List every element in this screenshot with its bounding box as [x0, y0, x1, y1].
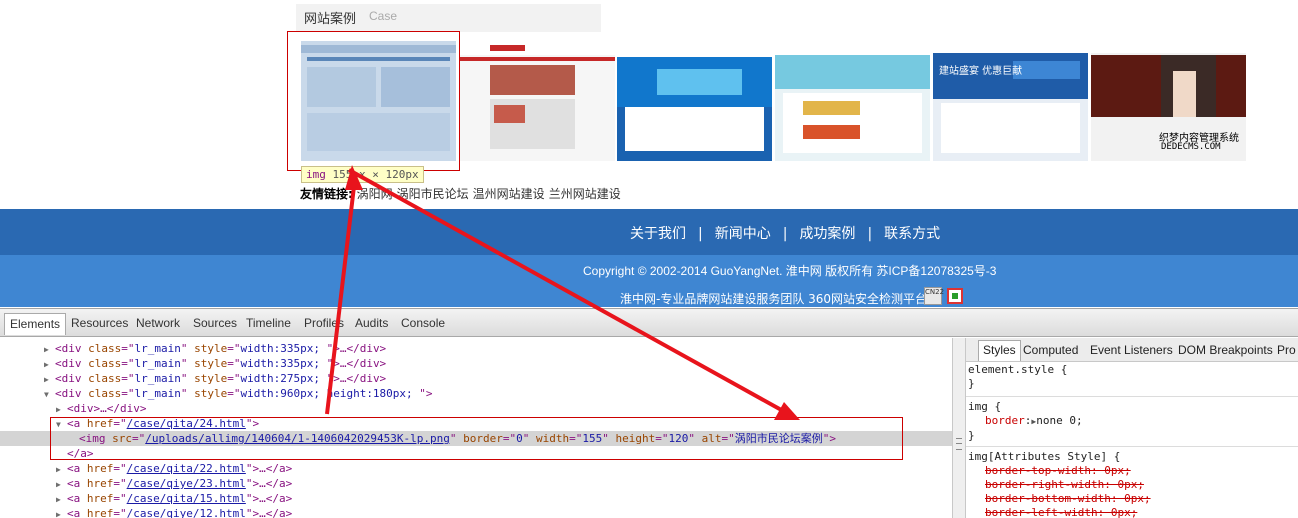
dom-node[interactable]: ▼ <div class="lr_main" style="width:960px…	[0, 386, 952, 401]
case-section-title: 网站案例	[304, 12, 357, 27]
friend-links-label: 友情链接:	[300, 187, 353, 201]
nav-cases[interactable]: 成功案例	[799, 226, 855, 242]
rule-divider	[966, 446, 1298, 447]
expand-triangle-icon[interactable]: ▶	[56, 402, 67, 417]
expand-triangle-icon[interactable]: ▶	[56, 477, 67, 492]
tab-styles[interactable]: Styles	[978, 340, 1021, 361]
tab-event-listeners[interactable]: Event Listeners	[1090, 343, 1173, 357]
nav-separator: |	[782, 226, 788, 242]
overridden-property: border-right-width: 0px;	[985, 478, 1144, 491]
tab-audits[interactable]: Audits	[355, 316, 388, 330]
dom-node[interactable]: ▶ <div class="lr_main" style="width:275px…	[0, 371, 952, 386]
case-thumbnail-4[interactable]	[775, 41, 930, 161]
overridden-property: border-top-width: 0px;	[985, 464, 1131, 477]
case-section-header: 网站案例 Case	[296, 4, 601, 32]
tab-timeline[interactable]: Timeline	[246, 316, 291, 330]
nav-news[interactable]: 新闻中心	[715, 226, 771, 242]
badge-text: CN22	[925, 288, 945, 296]
dom-node[interactable]: ▶ <div class="lr_main" style="width:335px…	[0, 356, 952, 371]
overridden-property: border-left-width: 0px;	[985, 506, 1138, 518]
case-thumbnail-6-caption-2: DEDECMS.COM	[1161, 142, 1221, 152]
footer-copyright: Copyright © 2002-2014 GuoYangNet. 淮中网 版权…	[583, 264, 997, 278]
case-thumbnail-3[interactable]	[617, 41, 772, 161]
inspected-element-outline	[287, 31, 460, 171]
friend-link-2[interactable]: 涡阳市民论坛	[397, 187, 469, 201]
friend-link-1[interactable]: 涡阳网	[357, 187, 393, 201]
dom-node[interactable]: ▶ <a href="/case/qiye/12.html">…</a>	[0, 506, 952, 518]
rule-value[interactable]: none 0;	[1036, 414, 1082, 427]
panel-splitter[interactable]	[952, 338, 966, 518]
attr-style-rule[interactable]: img[Attributes Style] { border-top-width…	[968, 450, 1298, 518]
footer-tagline: 淮中网-专业品牌网站建设服务团队 360网站安全检测平台	[620, 292, 928, 306]
nav-separator: |	[698, 226, 703, 242]
rule-close: }	[968, 377, 975, 390]
expand-triangle-icon[interactable]: ▶	[44, 357, 55, 372]
tab-profiles[interactable]: Profiles	[304, 316, 344, 330]
tab-elements[interactable]: Elements	[4, 313, 67, 335]
cnzz-stats-icon[interactable]: CN22	[924, 287, 945, 305]
tab-computed[interactable]: Computed	[1023, 343, 1078, 357]
styles-sidebar: Styles Computed Event Listeners DOM Brea…	[966, 338, 1298, 518]
rule-divider	[966, 396, 1298, 397]
friend-link-3[interactable]: 温州网站建设	[473, 187, 545, 201]
tab-network[interactable]: Network	[136, 316, 180, 330]
case-thumbnail-5[interactable]: 建站盛宴 优惠巨献	[933, 41, 1088, 161]
expand-triangle-icon[interactable]: ▶	[44, 372, 55, 387]
rule-selector: img[Attributes Style] {	[968, 450, 1121, 463]
case-thumbnail-6[interactable]: 织梦内容管理系统 DEDECMS.COM	[1091, 41, 1246, 161]
overridden-property: border-bottom-width: 0px;	[985, 492, 1151, 505]
tooltip-dims: 155px × 120px	[332, 168, 419, 181]
security-check-icon[interactable]	[947, 288, 963, 304]
tab-sources[interactable]: Sources	[193, 316, 237, 330]
rule-property[interactable]: border	[985, 414, 1025, 427]
element-style-rule[interactable]: element.style { }	[968, 363, 1298, 391]
expand-triangle-icon[interactable]: ▶	[44, 342, 55, 357]
expand-triangle-icon[interactable]: ▶	[56, 492, 67, 507]
dom-node[interactable]: ▶ <a href="/case/qita/15.html">…</a>	[0, 491, 952, 506]
case-thumbnail-2[interactable]	[460, 41, 615, 161]
rule-selector: element.style {	[968, 363, 1068, 376]
splitter-grip-icon[interactable]	[956, 438, 962, 450]
dom-node[interactable]: ▶ <a href="/case/qiye/23.html">…</a>	[0, 476, 952, 491]
tab-properties[interactable]: Pro	[1277, 343, 1296, 357]
devtools-panel: Elements Resources Network Sources Timel…	[0, 308, 1298, 518]
inspect-dimension-tooltip: img 155px × 120px	[301, 166, 424, 183]
footer-nav: 关于我们 | 新闻中心 | 成功案例 | 联系方式	[630, 223, 940, 243]
nav-contact[interactable]: 联系方式	[884, 226, 940, 242]
nav-separator: |	[867, 226, 873, 242]
rule-selector: img {	[968, 400, 1002, 413]
tooltip-tag: img	[306, 168, 326, 181]
rule-close: }	[968, 429, 975, 442]
sidebar-tabs: Styles Computed Event Listeners DOM Brea…	[966, 338, 1298, 362]
selected-node-annotation-box	[50, 417, 903, 460]
nav-about[interactable]: 关于我们	[630, 226, 686, 242]
case-section-subtitle: Case	[369, 9, 398, 23]
dom-node[interactable]: ▶ <div class="lr_main" style="width:335px…	[0, 341, 952, 356]
friend-link-4[interactable]: 兰州网站建设	[549, 187, 621, 201]
devtools-toolbar: Elements Resources Network Sources Timel…	[0, 309, 1298, 337]
tab-dom-breakpoints[interactable]: DOM Breakpoints	[1178, 343, 1273, 357]
tab-resources[interactable]: Resources	[71, 316, 128, 330]
dom-node[interactable]: ▶ <a href="/case/qita/22.html">…</a>	[0, 461, 952, 476]
tab-console[interactable]: Console	[401, 316, 445, 330]
friend-links: 友情链接: 涡阳网 涡阳市民论坛 温州网站建设 兰州网站建设	[300, 185, 625, 202]
expand-triangle-icon[interactable]: ▶	[56, 462, 67, 477]
dom-node[interactable]: ▶ <div>…</div>	[0, 401, 952, 416]
expand-triangle-icon[interactable]: ▶	[56, 507, 67, 518]
img-style-rule[interactable]: img { border:▶none 0; }	[968, 400, 1298, 443]
case-thumbnail-5-text: 建站盛宴 优惠巨献	[939, 66, 1023, 77]
collapse-triangle-icon[interactable]: ▼	[44, 387, 55, 402]
